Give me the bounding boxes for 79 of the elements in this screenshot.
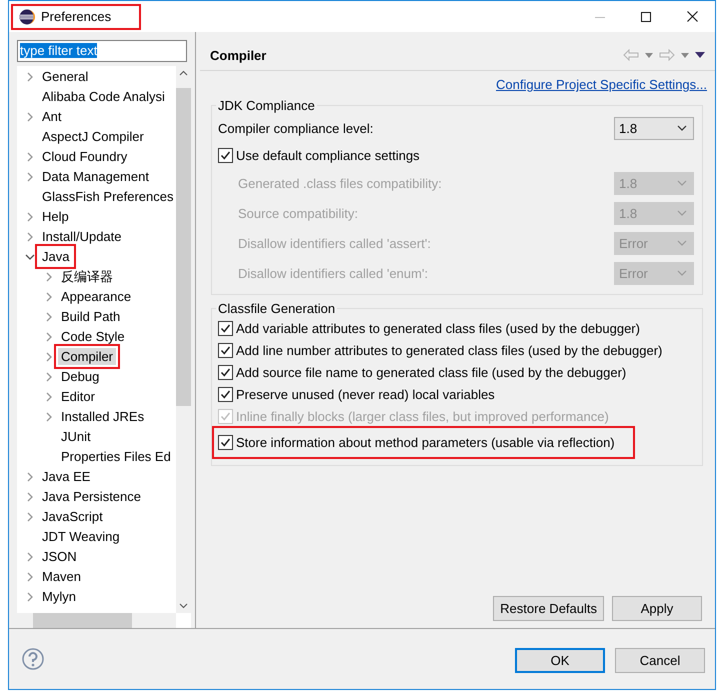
check-icon <box>220 437 231 448</box>
back-arrow-icon[interactable] <box>623 49 639 61</box>
chevron-down-icon <box>677 210 687 216</box>
check-icon <box>220 389 231 400</box>
window-title: Preferences <box>41 9 112 24</box>
checkbox-option[interactable]: Use default compliance settings <box>218 145 420 166</box>
tree-item[interactable]: JUnit <box>58 428 94 446</box>
tree-item[interactable]: Appearance <box>58 288 134 306</box>
page-title: Compiler <box>210 48 266 62</box>
checkbox-option[interactable]: Add variable attributes to generated class files (used by the debugger) <box>218 318 640 339</box>
tree-item[interactable]: Mylyn <box>39 588 79 606</box>
group-title: Classfile Generation <box>217 301 336 316</box>
tree-item[interactable]: General <box>39 68 92 86</box>
tree-item[interactable]: JavaScript <box>39 508 106 526</box>
action-button[interactable]: Apply <box>612 596 702 621</box>
checkbox[interactable] <box>218 148 233 163</box>
tree-item[interactable]: 反编译器 <box>58 266 116 287</box>
dropdown[interactable]: 1.8 <box>614 116 694 140</box>
tree-item[interactable]: Editor <box>58 388 98 406</box>
tree-item[interactable]: Alibaba Code Analysi <box>39 88 168 106</box>
tree-item[interactable]: AspectJ Compiler <box>39 128 147 146</box>
tree-item[interactable]: JSON <box>39 548 80 566</box>
field-label: Source compatibility: <box>238 206 358 220</box>
checkbox[interactable] <box>218 321 233 336</box>
check-icon <box>220 367 231 378</box>
close-icon <box>686 11 698 22</box>
checkbox-option[interactable]: Add source file name to generated class file (used by the debugger) <box>218 362 626 383</box>
tree-item[interactable]: Java Persistence <box>39 488 144 506</box>
scroll-down-icon[interactable] <box>179 603 188 609</box>
check-icon <box>220 323 231 334</box>
check-icon <box>220 150 231 161</box>
tree-item[interactable]: JDT Weaving <box>39 528 123 546</box>
horizontal-scrollbar[interactable] <box>17 613 176 628</box>
tree-item[interactable]: Code Style <box>58 328 128 346</box>
checkbox-option[interactable]: Store information about method parameters (usable via reflection) <box>218 432 629 453</box>
eclipse-logo-icon <box>19 8 35 24</box>
maximize-icon <box>641 12 651 22</box>
filter-field[interactable]: type filter text <box>17 40 187 62</box>
action-button[interactable]: Restore Defaults <box>493 596 604 621</box>
tree-item[interactable]: Installed JREs <box>58 408 148 426</box>
forward-arrow-icon[interactable] <box>659 49 675 61</box>
tree-item[interactable]: Data Management <box>39 168 152 186</box>
field-label: Disallow identifiers called 'assert': <box>238 236 431 250</box>
field-label: Compiler compliance level: <box>218 120 374 136</box>
chevron-down-icon <box>677 240 687 246</box>
checkbox[interactable] <box>218 387 233 402</box>
dialog-button[interactable]: OK <box>515 648 605 672</box>
tree-item[interactable]: GlassFish Preferences <box>39 188 176 206</box>
field-label: Generated .class files compatibility: <box>238 176 442 190</box>
chevron-down-icon <box>677 270 687 276</box>
checkbox[interactable] <box>218 365 233 380</box>
scroll-up-icon[interactable] <box>179 70 188 76</box>
tree-item[interactable]: Help <box>39 208 72 226</box>
dropdown-caret-icon[interactable] <box>681 52 689 58</box>
chevron-down-icon <box>677 125 687 131</box>
tree-item[interactable]: Maven <box>39 568 84 586</box>
vertical-scrollbar[interactable] <box>176 66 191 613</box>
field-label: Disallow identifiers called 'enum': <box>238 266 428 280</box>
dialog-button[interactable]: Cancel <box>615 648 705 672</box>
checkbox[interactable] <box>218 343 233 358</box>
tree-item[interactable]: Debug <box>58 368 102 386</box>
checkbox-option[interactable]: Preserve unused (never read) local variables <box>218 384 495 405</box>
checkbox[interactable] <box>218 435 233 450</box>
tree-item[interactable]: Build Path <box>58 308 124 326</box>
tree-item[interactable]: Properties Files Ed <box>58 448 174 466</box>
chevron-down-icon <box>677 180 687 186</box>
tree-item[interactable]: Install/Update <box>39 228 124 246</box>
dropdown-caret-icon[interactable] <box>645 52 653 58</box>
checkbox-option[interactable]: Add line number attributes to generated class files (used by the debugger) <box>218 340 662 361</box>
check-icon <box>220 411 231 422</box>
check-icon <box>220 345 231 356</box>
tree-item[interactable]: Java EE <box>39 468 94 486</box>
help-icon[interactable] <box>22 648 44 670</box>
group-title: JDK Compliance <box>217 98 316 113</box>
project-settings-link[interactable]: Configure Project Specific Settings... <box>496 77 707 92</box>
view-menu-icon[interactable] <box>695 52 705 58</box>
tree-item[interactable]: Cloud Foundry <box>39 148 130 166</box>
tree-item[interactable]: Ant <box>39 108 65 126</box>
tree-item[interactable]: Compiler <box>58 348 116 366</box>
